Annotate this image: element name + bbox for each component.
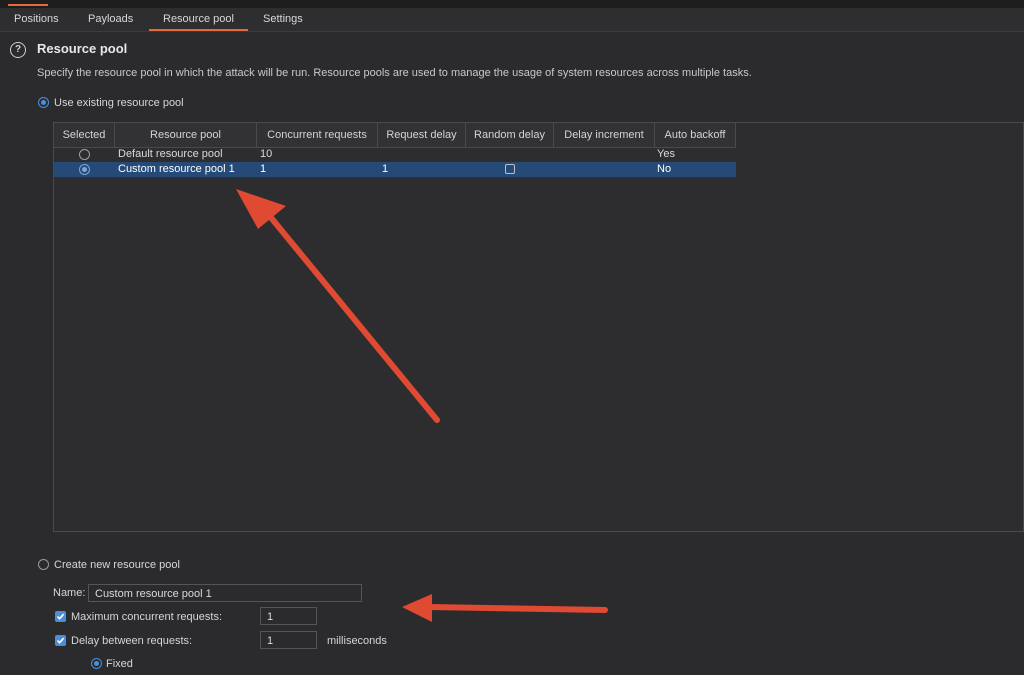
cell-request-delay: 1: [382, 163, 389, 175]
resource-pool-table: Selected Resource pool Concurrent reques…: [53, 122, 1024, 532]
fixed-delay-radio[interactable]: [91, 658, 102, 669]
help-icon[interactable]: ?: [10, 42, 26, 58]
row-select-radio[interactable]: [79, 164, 90, 175]
tab-payloads[interactable]: Payloads: [88, 8, 133, 31]
section-description: Specify the resource pool in which the a…: [37, 67, 752, 79]
top-accent: [8, 4, 48, 6]
column-header-auto-backoff[interactable]: Auto backoff: [655, 123, 736, 147]
cell-auto-backoff: Yes: [657, 148, 675, 160]
fixed-delay-label: Fixed: [106, 658, 133, 670]
row-select-radio[interactable]: [79, 149, 90, 160]
arrow-to-create-new-settings: [402, 594, 608, 622]
create-new-radio[interactable]: [38, 559, 49, 570]
max-concurrent-label: Maximum concurrent requests:: [71, 611, 222, 623]
delay-unit-label: milliseconds: [327, 635, 387, 647]
intruder-window: Positions Payloads Resource pool Setting…: [0, 0, 1024, 675]
page-title: Resource pool: [37, 41, 128, 56]
table-row-default[interactable]: Default resource pool 10 Yes: [54, 147, 736, 162]
column-header-selected[interactable]: Selected: [54, 123, 115, 147]
cell-concurrent-requests: 10: [260, 148, 273, 160]
cell-auto-backoff: No: [657, 163, 672, 175]
max-concurrent-checkbox[interactable]: [55, 611, 66, 622]
tab-resource-pool[interactable]: Resource pool: [149, 8, 248, 31]
check-icon: [56, 613, 65, 620]
top-strip: [0, 0, 1024, 8]
pool-name-field[interactable]: Custom resource pool 1: [88, 584, 362, 602]
tab-positions[interactable]: Positions: [14, 8, 59, 31]
tab-settings[interactable]: Settings: [263, 8, 303, 31]
table-header: Selected Resource pool Concurrent reques…: [54, 123, 736, 148]
column-header-random-delay[interactable]: Random delay: [466, 123, 554, 147]
tab-bar: Positions Payloads Resource pool Setting…: [0, 8, 1024, 32]
use-existing-radio[interactable]: [38, 97, 49, 108]
column-header-request-delay[interactable]: Request delay: [378, 123, 466, 147]
cell-concurrent-requests: 1: [260, 163, 267, 175]
column-header-delay-increment[interactable]: Delay increment: [554, 123, 655, 147]
check-icon: [56, 637, 65, 644]
max-concurrent-field[interactable]: 1: [260, 607, 317, 625]
delay-between-checkbox[interactable]: [55, 635, 66, 646]
cell-resource-pool: Default resource pool: [118, 148, 223, 160]
column-header-concurrent-requests[interactable]: Concurrent requests: [257, 123, 378, 147]
delay-between-label: Delay between requests:: [71, 635, 193, 647]
column-header-resource-pool[interactable]: Resource pool: [115, 123, 257, 147]
delay-between-field[interactable]: 1: [260, 631, 317, 649]
name-label: Name:: [53, 587, 86, 599]
create-new-label: Create new resource pool: [54, 559, 180, 571]
use-existing-label: Use existing resource pool: [54, 97, 184, 109]
table-row-custom[interactable]: Custom resource pool 1 1 1 No: [54, 162, 736, 177]
cell-resource-pool: Custom resource pool 1: [118, 163, 235, 175]
random-delay-checkbox[interactable]: [505, 164, 515, 174]
